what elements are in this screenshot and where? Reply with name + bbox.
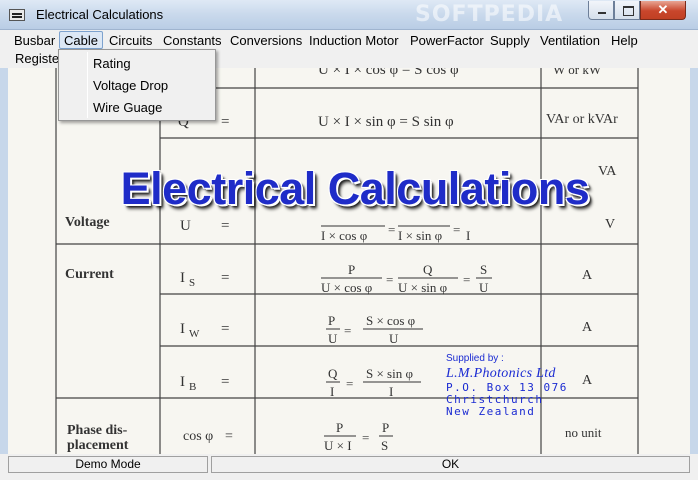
symbol-is: I [180,270,185,286]
row-label-displacement: placement [67,438,129,453]
status-mode: Demo Mode [8,456,208,473]
supplier-block: Supplied by : L.M.Photonics Ltd P.O. Box… [446,353,568,418]
fraction-sxcos: S × cos φ [366,313,415,328]
row-label-current: Current [65,267,114,282]
fraction-q-1: Q [423,262,433,277]
svg-text:=: = [344,323,351,338]
fraction-s-2: S [381,438,388,453]
symbol-iw: I [180,321,185,337]
svg-text:=: = [221,321,229,337]
menu-powerfactor[interactable]: PowerFactor [406,32,488,50]
dropdown-icon-gutter [87,52,88,118]
status-bar: Demo Mode OK [0,454,698,480]
formula-table-background: U × I × cos φ = S cos φ W or kW Q = U × … [8,68,690,454]
softpedia-watermark: SOFTPEDIA [415,2,564,27]
window-border-left [0,30,8,480]
status-message: OK [211,456,690,473]
menu-conversions[interactable]: Conversions [226,32,306,50]
menu-induction-motor[interactable]: Induction Motor [305,32,403,50]
supplied-by-label: Supplied by : [446,353,504,364]
fraction-uxsin: U × sin φ [398,280,447,295]
fraction-q-2: Q [328,366,338,381]
svg-text:=: = [221,374,229,390]
svg-text:=: = [221,218,229,234]
svg-text:=: = [386,272,393,287]
fraction-p-1: P [348,262,355,277]
svg-text:=: = [221,270,229,286]
unit-a-1: A [582,268,593,283]
subscript-s: S [189,277,195,289]
subscript-b: B [189,381,196,393]
splash-image: U × I × cos φ = S cos φ W or kW Q = U × … [8,68,690,454]
svg-text:=: = [221,114,229,130]
svg-text:=: = [388,222,395,237]
fraction-i-2: I [330,384,334,399]
unit-va: VA [598,164,617,179]
title-bar[interactable]: Electrical Calculations SOFTPEDIA ✕ [0,0,698,30]
menu-supply[interactable]: Supply [486,32,534,50]
fraction-uxcos: U × cos φ [321,280,372,295]
symbol-u: U [180,218,191,234]
fraction-u-1: U [479,280,489,295]
fraction-i-small: I [466,228,470,243]
minimize-button[interactable] [588,1,614,20]
symbol-cos-phi: cos φ [183,429,213,444]
row-label-voltage: Voltage [65,215,110,230]
menu-ventilation[interactable]: Ventilation [536,32,604,50]
cable-dropdown-menu: Rating Voltage Drop Wire Guage [58,49,216,121]
fraction-p-4: P [382,420,389,435]
supplier-address-line-3: New Zealand [446,405,536,418]
splash-title: Electrical Calculations [120,163,590,214]
fraction-u-3: U [389,331,399,346]
window-border-right [690,30,698,480]
fraction-ixsin: I × sin φ [398,228,442,243]
supplier-company: L.M.Photonics Ltd [446,366,556,381]
fraction-u-2: U [328,331,338,346]
menu-busbar[interactable]: Busbar [10,32,59,50]
unit-v: V [605,217,615,232]
maximize-button[interactable] [614,1,640,20]
svg-text:=: = [346,376,353,391]
fraction-sxsin: S × sin φ [366,366,413,381]
menu-item-wire-guage[interactable]: Wire Guage [93,100,162,115]
fraction-p-3: P [336,420,343,435]
menu-cable[interactable]: Cable [59,31,103,49]
fraction-uxi: U × I [324,438,352,453]
svg-text:=: = [362,430,369,445]
app-icon[interactable] [9,9,25,21]
subscript-w: W [189,328,200,340]
svg-text:=: = [225,429,233,444]
unit-no-unit: no unit [565,425,602,440]
row-label-phase: Phase dis- [67,423,128,438]
menu-constants[interactable]: Constants [159,32,226,50]
close-button[interactable]: ✕ [640,1,686,20]
unit-var: VAr or kVAr [546,112,618,127]
menu-item-rating[interactable]: Rating [93,56,131,71]
unit-a-3: A [582,373,593,388]
symbol-ib: I [180,374,185,390]
fraction-i-3: I [389,384,393,399]
close-icon: ✕ [657,2,669,17]
formula-active-power: U × I × cos φ = S cos φ [318,68,459,78]
fraction-s-1: S [480,262,487,277]
menu-circuits[interactable]: Circuits [105,32,156,50]
unit-a-2: A [582,320,593,335]
unit-w: W or kW [553,68,602,77]
fraction-ixcos: I × cos φ [321,228,367,243]
fraction-p-2: P [328,313,335,328]
menu-help[interactable]: Help [607,32,642,50]
svg-text:=: = [463,272,470,287]
window-title: Electrical Calculations [36,7,164,22]
svg-text:=: = [453,222,460,237]
formula-reactive-power: U × I × sin φ = S sin φ [318,114,454,130]
menu-item-voltage-drop[interactable]: Voltage Drop [93,78,168,93]
